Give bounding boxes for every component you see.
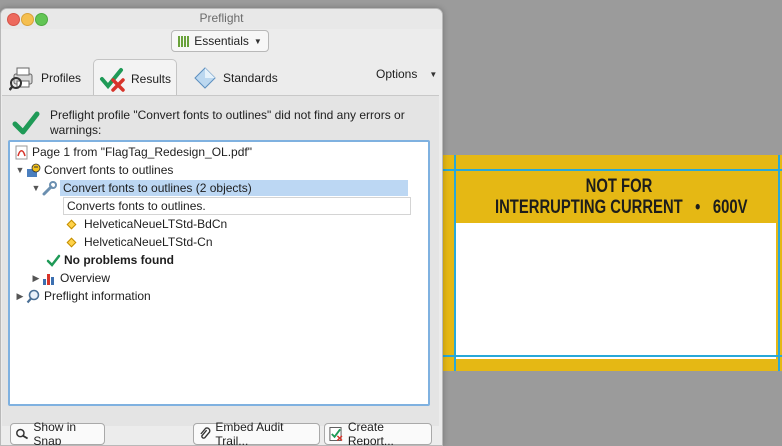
document-text-line2: INTERRUPTING CURRENT • 600V bbox=[494, 197, 747, 219]
results-tree[interactable]: Page 1 from "FlagTag_Redesign_OL.pdf" ▼ … bbox=[8, 140, 430, 406]
tree-item-font-2[interactable]: HelveticaNeueLTStd-Cn bbox=[66, 233, 213, 251]
fixup-description-text: Converts fonts to outlines. bbox=[63, 197, 411, 215]
document-text-left: INTERRUPTING CURRENT bbox=[494, 197, 683, 218]
document-canvas[interactable]: NOT FOR INTERRUPTING CURRENT • 600V bbox=[442, 155, 782, 371]
status-message: Preflight profile "Convert fonts to outl… bbox=[50, 108, 405, 137]
no-problems-label: No problems found bbox=[64, 253, 174, 267]
embed-audit-trail-button[interactable]: Embed Audit Trail... bbox=[193, 420, 320, 446]
tree-item-profile-label: Convert fonts to outlines bbox=[44, 163, 174, 177]
show-in-snap-label: Show in Snap bbox=[33, 420, 77, 446]
printer-magnifier-icon bbox=[9, 67, 33, 91]
check-cross-icon bbox=[99, 67, 125, 92]
chevron-down-icon: ▼ bbox=[429, 69, 438, 79]
guide-left bbox=[454, 155, 456, 371]
paperclip-icon bbox=[200, 427, 211, 439]
diamond-icon bbox=[194, 67, 216, 89]
preflight-panel: Preflight Essentials ▼ Profiles Results … bbox=[0, 8, 443, 446]
tab-standards-label: Standards bbox=[223, 71, 278, 85]
show-in-snap-button[interactable]: Show in Snap bbox=[10, 420, 105, 446]
window-title: Preflight bbox=[199, 11, 244, 25]
tree-item-font-1[interactable]: HelveticaNeueLTStd-BdCn bbox=[66, 215, 228, 233]
overview-label: Overview bbox=[60, 271, 111, 285]
font-1-label: HelveticaNeueLTStd-BdCn bbox=[84, 217, 228, 231]
options-label: Options bbox=[376, 67, 418, 81]
checkmark-icon bbox=[46, 254, 61, 267]
magnifier-icon bbox=[16, 428, 29, 440]
minimize-window-button[interactable] bbox=[21, 13, 34, 26]
checkmark-icon bbox=[12, 111, 40, 135]
font-diamond-icon bbox=[66, 219, 77, 229]
bar-chart-icon bbox=[43, 273, 54, 285]
tree-item-page[interactable]: Page 1 from "FlagTag_Redesign_OL.pdf" bbox=[14, 143, 252, 161]
tab-results[interactable]: Results bbox=[93, 59, 177, 97]
preflight-info-label: Preflight information bbox=[44, 289, 151, 303]
report-icon bbox=[329, 427, 343, 442]
tab-results-label: Results bbox=[130, 71, 171, 86]
document-bottom-band bbox=[442, 359, 782, 371]
disclosure-collapsed-icon[interactable]: ▶ bbox=[30, 273, 42, 284]
workspace-dropdown[interactable]: Essentials ▼ bbox=[171, 30, 269, 52]
tree-item-page-label: Page 1 from "FlagTag_Redesign_OL.pdf" bbox=[32, 145, 252, 159]
create-report-button[interactable]: Create Report... bbox=[324, 420, 432, 446]
profile-bee-icon bbox=[27, 163, 41, 177]
tree-item-fixup[interactable]: ▼ Convert fonts to outlines (2 objects) bbox=[30, 179, 408, 197]
tree-item-profile[interactable]: ▼ Convert fonts to outlines bbox=[14, 161, 174, 179]
pdf-file-icon bbox=[15, 145, 28, 159]
document-text-bullet: • bbox=[695, 197, 701, 218]
tree-item-no-problems[interactable]: No problems found bbox=[46, 251, 174, 269]
chevron-down-icon: ▼ bbox=[253, 36, 262, 46]
workspace-label: Essentials bbox=[194, 34, 249, 48]
tab-standards[interactable]: Standards bbox=[193, 59, 278, 97]
guide-right bbox=[778, 155, 780, 371]
options-menu[interactable]: Options ▼ bbox=[376, 67, 437, 81]
tree-item-overview[interactable]: ▶ Overview bbox=[30, 269, 110, 287]
magnifier-icon bbox=[26, 289, 40, 303]
tab-profiles[interactable]: Profiles bbox=[9, 59, 81, 97]
results-content: Preflight profile "Convert fonts to outl… bbox=[2, 95, 439, 426]
font-diamond-icon bbox=[66, 237, 77, 247]
tree-item-preflight-info[interactable]: ▶ Preflight information bbox=[14, 287, 151, 305]
disclosure-expanded-icon[interactable]: ▼ bbox=[30, 183, 42, 193]
tab-profiles-label: Profiles bbox=[41, 71, 82, 85]
create-report-label: Create Report... bbox=[347, 420, 394, 446]
font-2-label: HelveticaNeueLTStd-Cn bbox=[84, 235, 213, 249]
guide-top bbox=[442, 169, 782, 171]
wrench-icon bbox=[42, 180, 57, 195]
guide-bottom bbox=[442, 355, 782, 357]
disclosure-collapsed-icon[interactable]: ▶ bbox=[14, 291, 26, 302]
embed-audit-trail-label: Embed Audit Trail... bbox=[215, 420, 284, 446]
document-text-right: 600V bbox=[712, 197, 748, 218]
status-row: Preflight profile "Convert fonts to outl… bbox=[12, 108, 422, 138]
workspace-bars-icon bbox=[178, 35, 190, 47]
document-white-area bbox=[456, 223, 776, 359]
document-text-line1: NOT FOR bbox=[585, 176, 653, 197]
title-bar[interactable]: Preflight bbox=[1, 9, 442, 29]
close-window-button[interactable] bbox=[7, 13, 20, 26]
tree-item-fixup-label: Convert fonts to outlines (2 objects) bbox=[60, 180, 408, 196]
zoom-window-button[interactable] bbox=[35, 13, 48, 26]
fixup-description: Converts fonts to outlines. bbox=[63, 197, 411, 215]
disclosure-expanded-icon[interactable]: ▼ bbox=[14, 165, 26, 175]
